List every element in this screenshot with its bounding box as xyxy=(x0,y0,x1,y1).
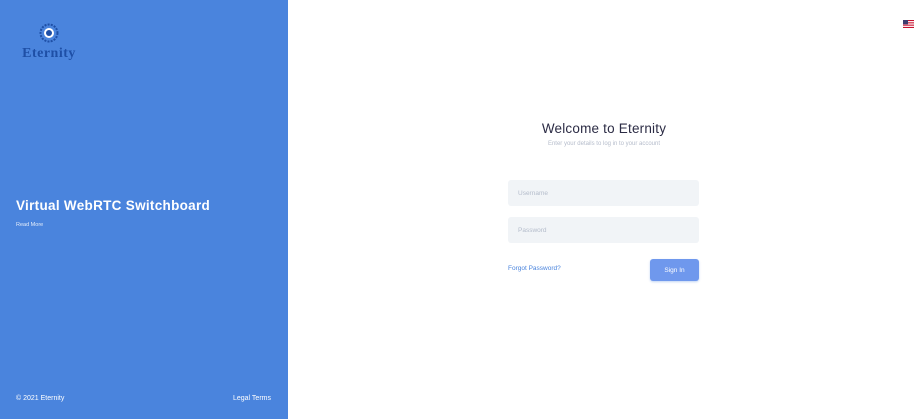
username-input[interactable] xyxy=(508,180,699,206)
brand-name: Eternity xyxy=(22,46,76,61)
panel-title: Virtual WebRTC Switchboard xyxy=(16,198,211,213)
login-subheading: Enter your details to log in to your acc… xyxy=(547,141,661,147)
legal-terms-link[interactable]: Legal Terms xyxy=(233,395,271,402)
us-flag-icon[interactable] xyxy=(903,15,914,28)
sign-in-button[interactable]: Sign In xyxy=(650,259,699,281)
copyright-text: © 2021 Eternity xyxy=(16,395,65,402)
read-more-link[interactable]: Read More xyxy=(16,222,43,228)
password-input[interactable] xyxy=(508,217,699,243)
eternity-logo-icon xyxy=(38,22,60,44)
login-heading: Welcome to Eternity xyxy=(541,121,667,136)
forgot-password-link[interactable]: Forgot Password? xyxy=(508,265,561,272)
brand-logo[interactable]: Eternity xyxy=(14,22,84,62)
left-panel: Eternity Virtual WebRTC Switchboard Read… xyxy=(0,0,288,419)
